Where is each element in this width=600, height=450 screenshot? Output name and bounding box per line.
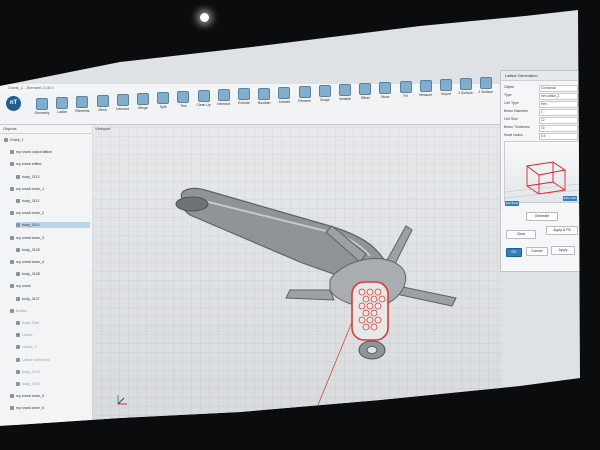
panel-row: Type Hex lattice_2: [504, 92, 578, 100]
panel-row-label: Object: [504, 85, 515, 89]
panel-row-field[interactable]: Conformal: [539, 85, 578, 92]
panel-row: Beam Thickness 10: [504, 124, 578, 132]
lattice-preview[interactable]: [504, 141, 580, 203]
pedal-end: [175, 196, 209, 212]
panel-row-label: Cell Type: [504, 101, 519, 105]
generate-button[interactable]: Generate: [526, 212, 558, 221]
projected-screen: Crank_1 - Element 2.15.0 – □ × nT Geomet…: [0, 10, 588, 426]
panel-row: Cell Size 12: [504, 116, 578, 124]
panel-row-field[interactable]: Hex lattice_2: [539, 93, 578, 100]
panel-title: Lattice Generation: [501, 71, 580, 81]
ok-button[interactable]: OK: [506, 248, 522, 257]
panel-row-label: Beam Thickness: [504, 125, 530, 129]
ceiling-light: [200, 13, 209, 22]
edit-body-tag[interactable]: Edit Body: [505, 201, 519, 206]
spindle-hole: [366, 346, 378, 354]
panel-row-label: Beam Diameter: [504, 109, 529, 113]
panel-row-label: Cell Size: [504, 117, 518, 121]
apply-button[interactable]: Apply: [551, 246, 575, 255]
panel-row: Cell Type Hex: [504, 100, 578, 108]
panel-row: Object Conformal: [504, 84, 578, 92]
axis-triad-icon: [117, 395, 127, 405]
panel-row-label: Node radius: [504, 133, 523, 137]
panel-row-field[interactable]: 10: [539, 125, 578, 132]
apply-fill-button[interactable]: Apply & Fill: [546, 226, 578, 235]
panel-row: Node radius 0.5: [504, 132, 578, 140]
clear-button[interactable]: Clear: [506, 230, 536, 239]
edit-cells-tag[interactable]: Edit Cells: [563, 196, 577, 201]
panel-row-field[interactable]: 1: [539, 109, 578, 116]
panel-row-label: Type: [504, 93, 512, 97]
close-button[interactable]: ×: [586, 84, 588, 92]
cancel-button[interactable]: Cancel: [526, 247, 548, 256]
panel-row-field[interactable]: 0.5: [539, 133, 578, 140]
lattice-region: [351, 281, 389, 341]
panel-row-field[interactable]: Hex: [539, 101, 578, 108]
panel-row: Beam Diameter 1: [504, 108, 578, 116]
preview-box-icon: [504, 161, 580, 199]
selection-line: [317, 321, 353, 406]
panel-row-field[interactable]: 12: [539, 117, 578, 124]
